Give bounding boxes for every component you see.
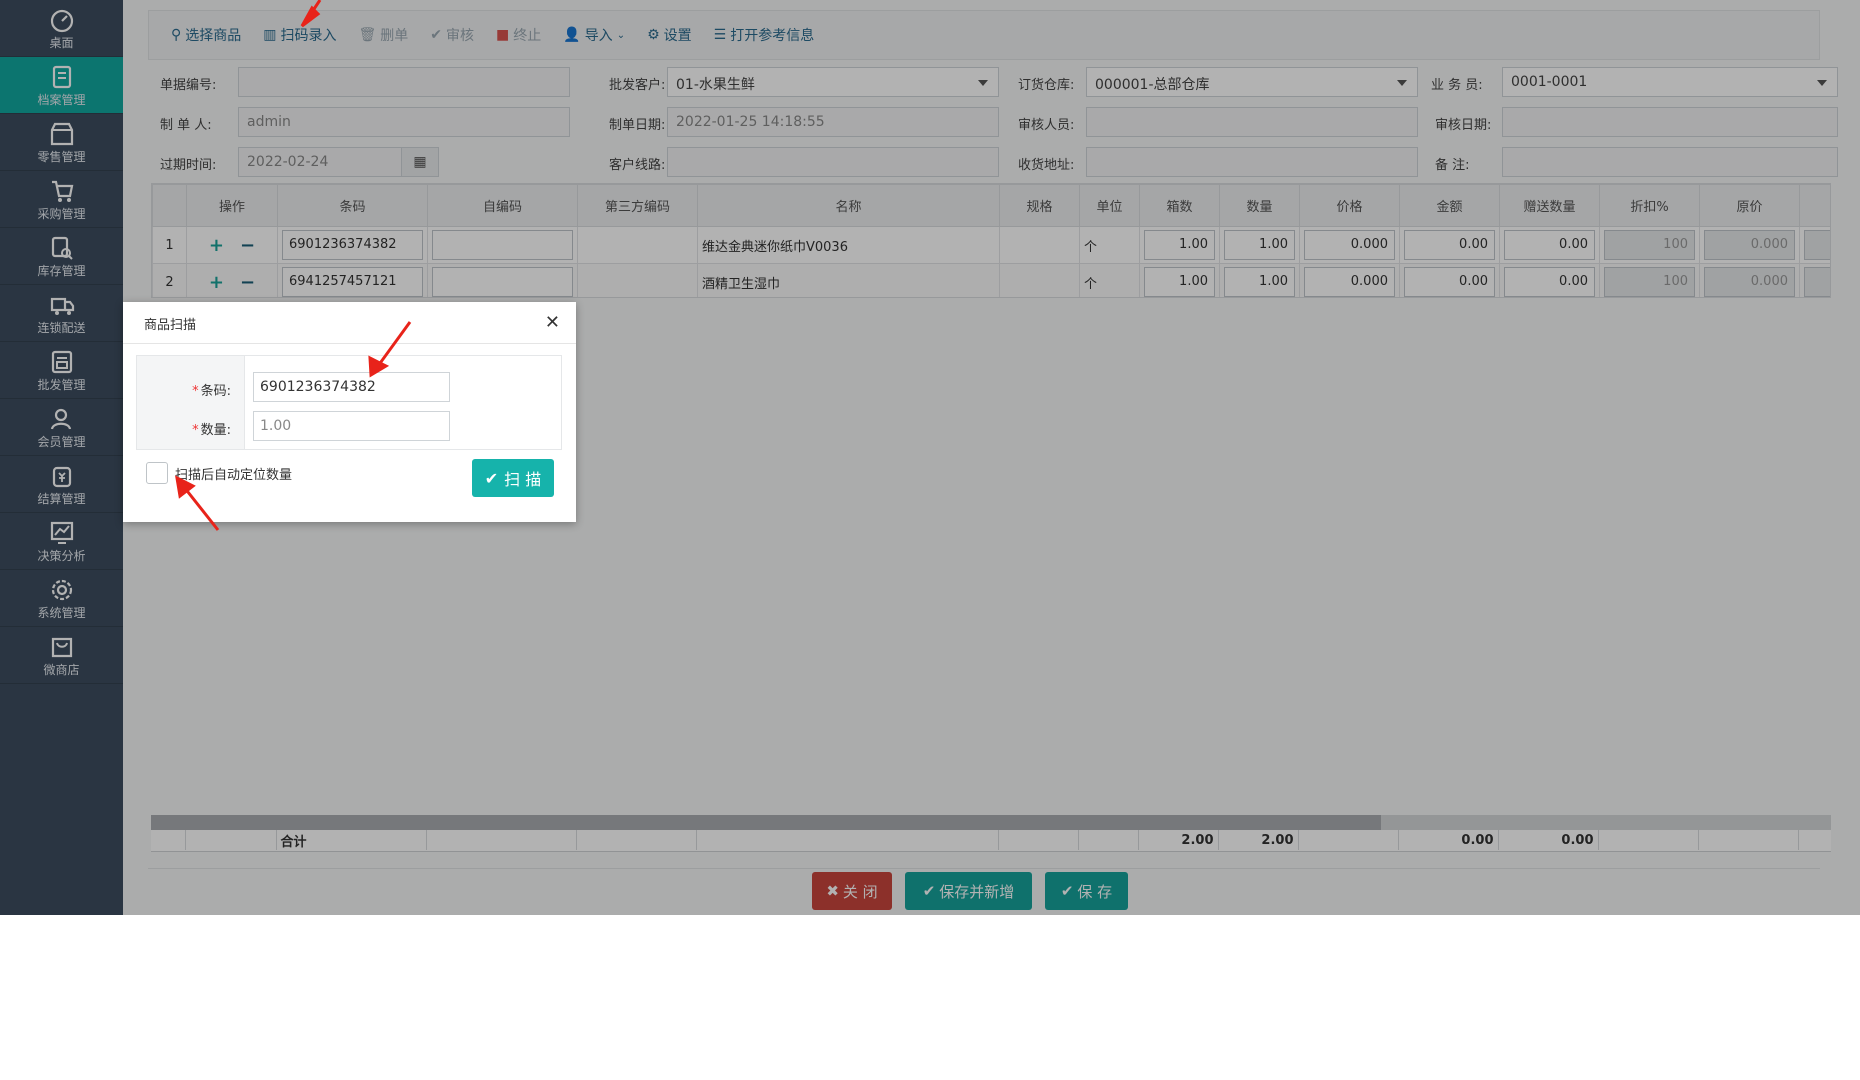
arrow-to-checkbox	[182, 486, 220, 531]
arrowhead	[300, 5, 321, 28]
annotation-arrows	[175, 0, 412, 531]
app-window: 桌面 档案管理 零售管理 采购管理 库存管理 连锁配送 批发管理 会员管理 结算管理 决策分析 系统…	[0, 0, 1860, 915]
arrow-to-barcode-input	[376, 321, 412, 367]
